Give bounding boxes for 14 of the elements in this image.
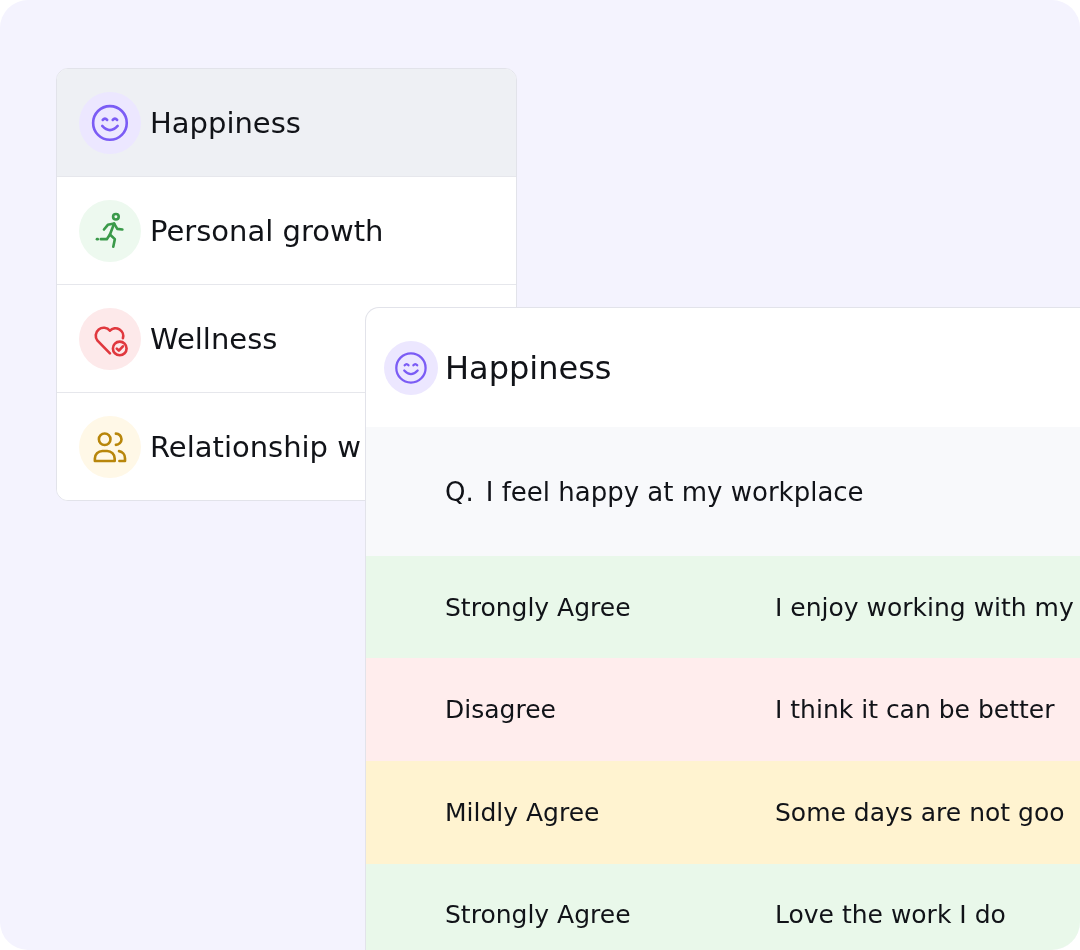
running-person-icon (79, 199, 141, 262)
response-answer: Disagree (445, 695, 557, 724)
response-answer: Mildly Agree (445, 798, 601, 827)
smiley-face-icon (79, 91, 141, 154)
response-answer: Strongly Agree (445, 592, 632, 622)
smiley-face-icon (384, 340, 438, 395)
response-answer: Strongly Agree (445, 900, 632, 929)
response-comment: I enjoy working with my (775, 592, 1075, 622)
response-comment: Love the work I do (775, 900, 1007, 929)
response-comment: Some days are not goo (775, 798, 1066, 827)
heart-check-icon (79, 307, 141, 370)
two-people-icon (79, 415, 141, 478)
category-item[interactable]: Happiness (57, 69, 516, 176)
response-comment: I think it can be better (775, 695, 1056, 724)
